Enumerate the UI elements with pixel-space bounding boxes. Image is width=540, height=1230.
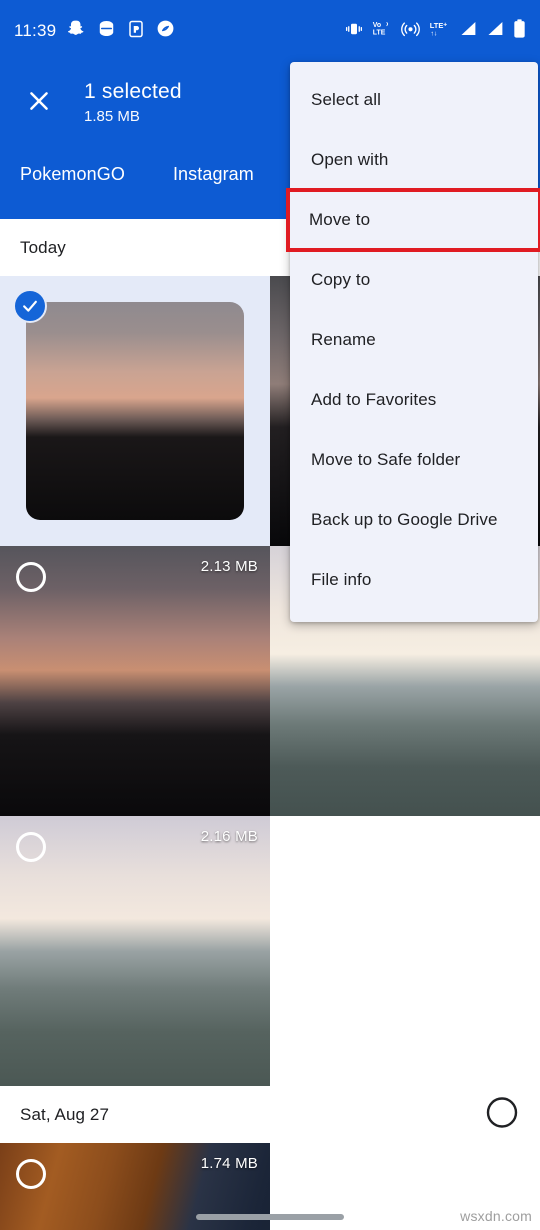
file-size-label: 1.74 MB xyxy=(200,1155,258,1172)
svg-text:LTE: LTE xyxy=(430,21,444,30)
menu-item-label: Move to xyxy=(309,210,371,229)
tab-label: Instagram xyxy=(172,164,254,184)
menu-item-label: Rename xyxy=(311,330,376,349)
menu-item-label: File info xyxy=(311,570,372,589)
overflow-menu: Select all Open with Move to Copy to Ren… xyxy=(286,62,540,622)
menu-item-open-with[interactable]: Open with xyxy=(290,130,538,190)
close-icon xyxy=(30,92,48,110)
close-selection-button[interactable] xyxy=(20,82,58,120)
date-header-sat-aug-27: Sat, Aug 27 xyxy=(0,1086,540,1143)
hotspot-icon xyxy=(401,19,420,43)
status-bar-left: 11:39 xyxy=(14,19,175,43)
menu-item-label: Add to Favorites xyxy=(311,390,437,409)
menu-item-file-info[interactable]: File info xyxy=(290,550,538,610)
checkbox-unselected[interactable] xyxy=(16,562,46,592)
menu-item-move-to-safe-folder[interactable]: Move to Safe folder xyxy=(290,430,538,490)
signal-bars-sim2-icon xyxy=(486,20,504,42)
menu-item-rename[interactable]: Rename xyxy=(290,310,538,370)
checkmark-icon xyxy=(23,300,37,312)
phone-screen: 11:39 Vo LTE LTE + ↑↓ 1 selected 1.85 MB… xyxy=(0,0,540,1230)
menu-item-add-to-favorites[interactable]: Add to Favorites xyxy=(290,370,538,430)
status-bar-right: Vo LTE LTE + ↑↓ xyxy=(345,19,526,43)
selection-summary: 1 selected 1.85 MB xyxy=(84,78,182,128)
watermark-label: wsxdn.com xyxy=(460,1208,532,1224)
menu-item-move-to[interactable]: Move to xyxy=(286,188,540,252)
shazam-icon xyxy=(156,19,175,43)
file-size-label: 2.13 MB xyxy=(200,558,258,575)
snapchat-icon xyxy=(67,19,86,43)
vibrate-icon xyxy=(345,21,363,42)
checkbox-selected[interactable] xyxy=(13,289,47,323)
svg-text:LTE: LTE xyxy=(373,30,386,37)
menu-item-select-all[interactable]: Select all xyxy=(290,70,538,130)
selected-count-label: 1 selected xyxy=(84,80,182,103)
gesture-navigation-pill[interactable] xyxy=(196,1214,344,1220)
section-select-checkbox[interactable] xyxy=(486,1096,518,1133)
lte-plus-icon: LTE + ↑↓ xyxy=(429,20,450,42)
date-header-label: Today xyxy=(20,237,66,257)
selected-size-label: 1.85 MB xyxy=(84,108,140,125)
status-bar-clock: 11:39 xyxy=(14,21,57,40)
file-size-label: 2.16 MB xyxy=(200,828,258,845)
menu-item-copy-to[interactable]: Copy to xyxy=(290,250,538,310)
photo-sunset-a xyxy=(26,302,244,520)
menu-item-label: Back up to Google Drive xyxy=(311,510,498,529)
gallery-row: 2.16 MB xyxy=(0,816,540,1086)
gallery-item-p1[interactable] xyxy=(0,276,270,546)
svg-text:+: + xyxy=(443,21,447,28)
gallery-item-p3[interactable]: 2.13 MB xyxy=(0,546,270,816)
gallery-empty-cell xyxy=(270,816,540,1086)
svg-text:Vo: Vo xyxy=(373,22,381,29)
checkbox-unselected[interactable] xyxy=(16,832,46,862)
signal-bars-sim1-icon xyxy=(459,20,477,42)
circle-outline-icon xyxy=(486,1096,518,1128)
menu-item-label: Open with xyxy=(311,150,389,169)
tab-pokemongo[interactable]: PokemonGO xyxy=(20,162,125,185)
dark-mode-icon xyxy=(97,19,116,43)
thumbnail-image xyxy=(26,302,244,520)
svg-text:↑↓: ↑↓ xyxy=(431,30,438,37)
menu-item-label: Move to Safe folder xyxy=(311,450,461,469)
gallery-item-p5[interactable]: 2.16 MB xyxy=(0,816,270,1086)
phone-app-icon xyxy=(127,20,145,43)
checkbox-unselected[interactable] xyxy=(16,1159,46,1189)
tab-label: PokemonGO xyxy=(20,164,125,184)
volte-icon: Vo LTE xyxy=(372,20,392,42)
date-header-label: Sat, Aug 27 xyxy=(20,1104,110,1124)
menu-item-label: Copy to xyxy=(311,270,371,289)
tab-instagram[interactable]: Instagram xyxy=(173,162,254,185)
battery-icon xyxy=(513,19,526,43)
status-bar: 11:39 Vo LTE LTE + ↑↓ xyxy=(0,0,540,62)
menu-item-label: Select all xyxy=(311,90,381,109)
menu-item-back-up-to-google-drive[interactable]: Back up to Google Drive xyxy=(290,490,538,550)
